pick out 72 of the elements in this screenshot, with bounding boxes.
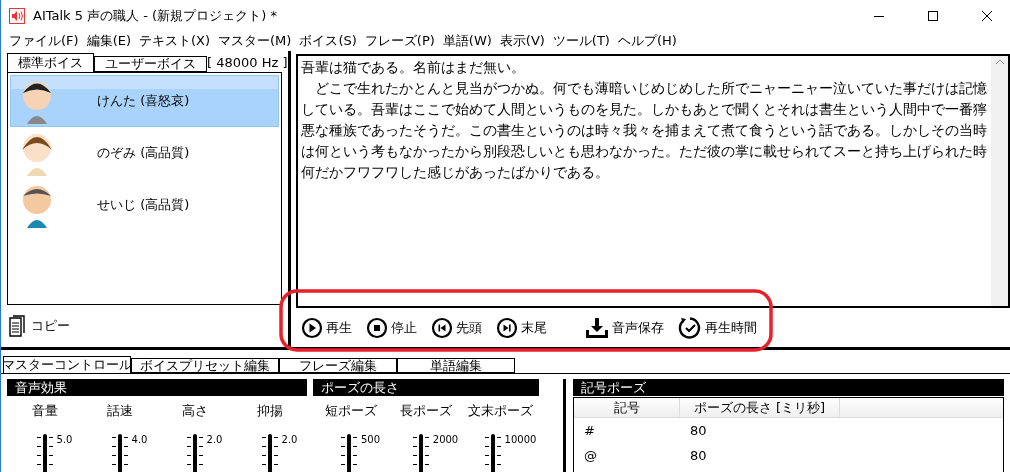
- tab[interactable]: マスターコントロール: [3, 356, 131, 373]
- tab[interactable]: フレーズ編集: [279, 358, 397, 373]
- slider-track: [412, 434, 429, 472]
- speaker-icon: [9, 7, 25, 24]
- slider-track: [261, 434, 278, 472]
- slider-label: 短ポーズ: [324, 402, 377, 420]
- sample-rate: [ 48000 Hz ]: [207, 55, 288, 72]
- tick-label: 2.0: [281, 434, 298, 447]
- voice-name: けんた (喜怒哀): [97, 92, 190, 110]
- slider-label: 文末ポーズ: [468, 402, 533, 420]
- tab[interactable]: ユーザーボイス: [94, 56, 207, 72]
- tick-label: 5.0: [56, 434, 73, 447]
- menu-item[interactable]: フレーズ(P): [360, 32, 439, 50]
- playback-button[interactable]: 再生時間: [678, 315, 757, 340]
- stop-icon: [366, 316, 388, 339]
- skip-back-icon: [431, 316, 453, 339]
- slider-label: 高さ: [181, 402, 208, 420]
- table-cell-text: 80: [689, 423, 708, 438]
- tick-label: 10000: [504, 434, 537, 447]
- voice-name: のぞみ (高品質): [97, 144, 190, 162]
- skip-forward-icon: [496, 316, 518, 339]
- playback-button[interactable]: 先頭: [431, 316, 482, 339]
- menu-item[interactable]: ツール(T): [548, 32, 614, 50]
- play-icon: [301, 316, 323, 339]
- slider-track: [186, 434, 203, 472]
- slider-track: [484, 434, 501, 472]
- voice-item[interactable]: けんた (喜怒哀): [10, 75, 279, 127]
- column-header[interactable]: 記号: [574, 398, 680, 417]
- tick-label: 4.0: [131, 434, 148, 447]
- table-cell-text: #: [583, 423, 596, 438]
- tab[interactable]: 単語編集: [397, 358, 515, 373]
- text-editor[interactable]: [296, 54, 1010, 308]
- slider-track: [36, 434, 53, 472]
- menu-item[interactable]: マスター(M): [214, 32, 296, 50]
- section-header: 記号ポーズ: [573, 379, 1004, 396]
- table-cell-text: 80: [689, 448, 708, 463]
- download-icon: [585, 316, 609, 339]
- clock-check-icon: [678, 315, 702, 340]
- tab[interactable]: 標準ボイス: [7, 53, 94, 72]
- window-title: AITalk 5 声の職人 - (新規プロジェクト) *: [33, 6, 278, 25]
- slider-label: 抑揚: [256, 402, 283, 420]
- tick-label: 500: [360, 434, 381, 447]
- slider-label: 長ポーズ: [399, 402, 452, 420]
- playback-button[interactable]: 音声保存: [585, 316, 664, 339]
- slider-label: 話速: [106, 402, 133, 420]
- table-cell-text: @: [583, 448, 598, 463]
- menu-item[interactable]: テキスト(X): [135, 32, 215, 50]
- menu-item[interactable]: ボイス(S): [295, 32, 361, 50]
- menu-item[interactable]: ヘルプ(H): [613, 32, 681, 50]
- tick-label: 2000: [432, 434, 459, 447]
- playback-button[interactable]: 停止: [366, 316, 417, 339]
- scroll-up-icon[interactable]: [995, 59, 1004, 64]
- menu-item[interactable]: 表示(V): [495, 32, 549, 50]
- tab[interactable]: ボイスプリセット編集: [131, 358, 279, 373]
- voice-name: せいじ (高品質): [97, 196, 190, 214]
- section-header: 音声効果: [7, 379, 307, 396]
- slider-label: 音量: [31, 402, 58, 420]
- menu-item[interactable]: 単語(W): [438, 32, 496, 50]
- slider-track: [111, 434, 128, 472]
- section-header: ポーズの長さ: [313, 379, 539, 396]
- column-header[interactable]: ポーズの長さ [ミリ秒]: [680, 398, 840, 417]
- document-icon: [7, 315, 27, 337]
- slider-track: [340, 434, 357, 472]
- paragraph: 吾輩は猫である。名前はまだ無い。: [301, 58, 526, 77]
- menu-item[interactable]: 編集(E): [82, 32, 135, 50]
- playback-button[interactable]: 末尾: [496, 316, 547, 339]
- menu-item[interactable]: ファイル(F): [5, 32, 83, 50]
- paragraph: どこで生れたかとんと見当がつかぬ。何でも薄暗いじめじめした所でニャーニャー泣いていた事だけは記憶している。吾輩はここで始めて人間というものを見た。しかもあとで聞くとそれは書生という人間中で一番獰悪な種族であったそうだ。この書生というのは時々我々を捕まえて煮て食うという話である。しかしその当時は何という考もなかったから別段恐しいとも思わなかった。ただ彼の掌に載せられてスーと持ち上げられた時何だかフワフワした感じがあったばかりである。: [301, 79, 988, 182]
- playback-button[interactable]: 再生: [301, 316, 352, 339]
- copy-button[interactable]: コピー: [7, 315, 70, 337]
- tick-label: 2.0: [206, 434, 223, 447]
- scrollbar[interactable]: [991, 56, 1008, 306]
